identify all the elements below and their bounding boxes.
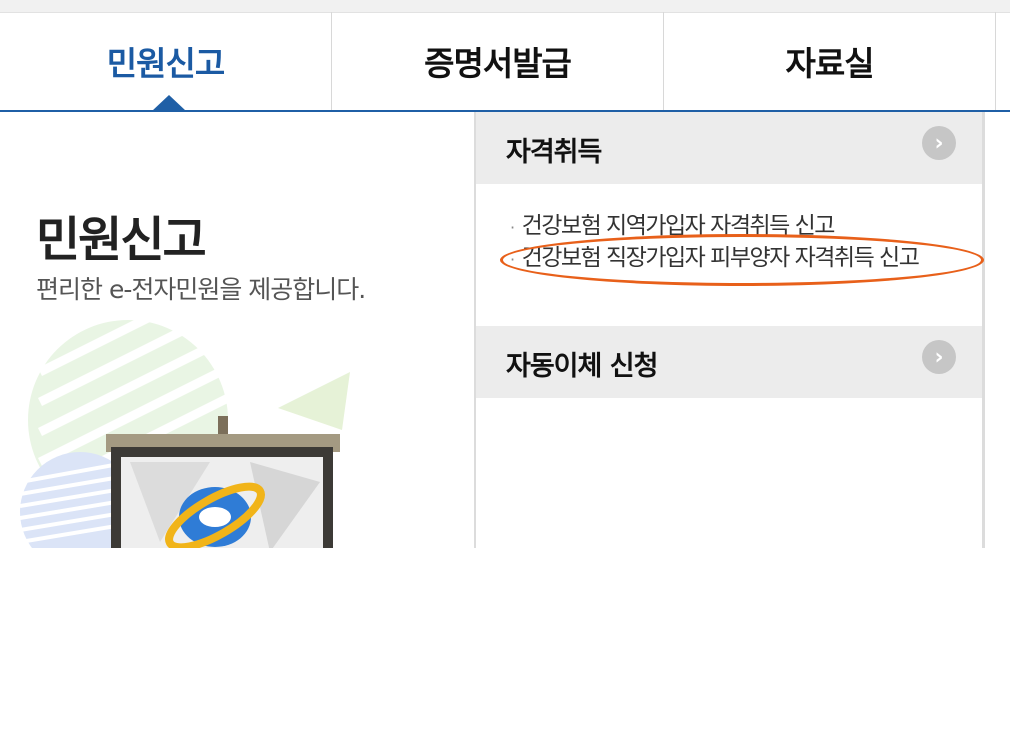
section-title: 자격취득: [506, 137, 602, 168]
intro-panel: 민원신고 편리한 e-전자민원을 제공합니다.: [0, 112, 476, 548]
active-tab-indicator-icon: [152, 95, 186, 111]
menu-panel: 자격취득 › · 건강보험 지역가입자 자격취득 신고 · 건강보험 직장가입자 피…: [476, 112, 985, 548]
link-label: 건강보험 지역가입자 자격취득 신고: [521, 213, 836, 239]
panel-subtitle: 편리한 e-전자민원을 제공합니다.: [36, 275, 366, 304]
tab-certificate[interactable]: 증명서발급: [332, 12, 665, 110]
link-dependent-qualification[interactable]: · 건강보험 직장가입자 피부양자 자격취득 신고: [510, 238, 920, 272]
tab-overflow: [996, 12, 1010, 110]
tab-bar: 민원신고 증명서발급 자료실: [0, 12, 1010, 112]
link-regional-subscriber[interactable]: · 건강보험 지역가입자 자격취득 신고: [510, 206, 836, 240]
chevron-right-circle-icon[interactable]: ›: [922, 340, 956, 374]
section-title: 자동이체 신청: [506, 351, 658, 382]
tab-label: 민원신고: [106, 44, 225, 83]
tab-library[interactable]: 자료실: [664, 12, 997, 110]
panel-title: 민원신고: [36, 212, 207, 268]
tab-content: 민원신고 편리한 e-전자민원을 제공합니다. 자격취득 › · 건강보험 지역…: [0, 112, 1010, 548]
bullet-icon: ·: [510, 250, 515, 269]
section-body-qualification: · 건강보험 지역가입자 자격취득 신고 · 건강보험 직장가입자 피부양자 자격취…: [476, 184, 984, 326]
billboard-illustration-icon: [20, 312, 350, 548]
chevron-right-circle-icon[interactable]: ›: [922, 126, 956, 160]
section-header-qualification[interactable]: 자격취득 ›: [476, 112, 982, 184]
tab-label: 자료실: [785, 44, 874, 83]
tab-label: 증명서발급: [424, 44, 572, 83]
tab-civil-complaint[interactable]: 민원신고: [0, 12, 333, 111]
link-label: 건강보험 직장가입자 피부양자 자격취득 신고: [521, 245, 920, 271]
section-header-auto-transfer[interactable]: 자동이체 신청 ›: [476, 326, 982, 398]
bullet-icon: ·: [510, 218, 515, 237]
blank-area: [0, 548, 1010, 736]
